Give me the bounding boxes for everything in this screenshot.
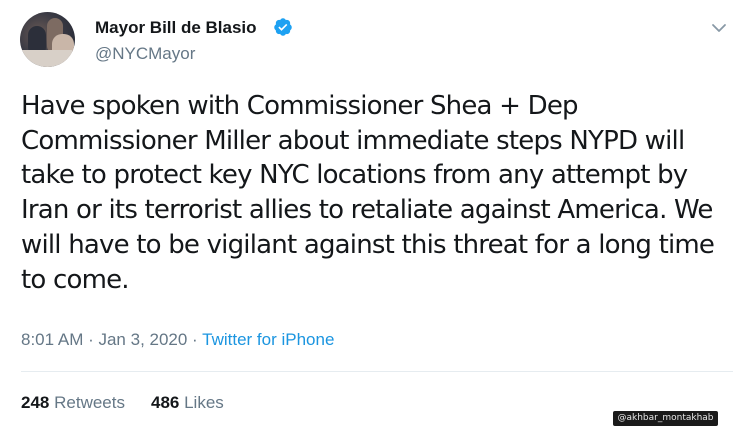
tweet-meta: 8:01 AM · Jan 3, 2020 · Twitter for iPho…	[21, 330, 334, 350]
profile-avatar[interactable]	[20, 12, 75, 67]
likes-stat[interactable]: 486 Likes	[151, 393, 224, 412]
watermark-label: @akhbar_montakhab	[613, 411, 718, 426]
tweet-source-link[interactable]: Twitter for iPhone	[202, 330, 334, 349]
tweet-text: Have spoken with Commissioner Shea + Dep…	[21, 91, 715, 295]
display-name[interactable]: Mayor Bill de Blasio	[95, 18, 257, 38]
retweets-stat[interactable]: 248 Retweets	[21, 393, 125, 412]
verified-badge-icon	[274, 18, 292, 36]
chevron-down-icon[interactable]	[711, 22, 727, 34]
retweets-count: 248	[21, 393, 50, 412]
user-handle[interactable]: @NYCMayor	[95, 44, 195, 64]
tweet-stats: 248 Retweets 486 Likes	[21, 393, 224, 413]
retweets-label: Retweets	[54, 393, 125, 412]
likes-label: Likes	[184, 393, 224, 412]
tweet-card: Mayor Bill de Blasio @NYCMayor Have spok…	[0, 0, 753, 437]
divider	[21, 371, 733, 372]
likes-count: 486	[150, 393, 180, 412]
tweet-timestamp[interactable]: 8:01 AM · Jan 3, 2020 ·	[21, 330, 202, 349]
